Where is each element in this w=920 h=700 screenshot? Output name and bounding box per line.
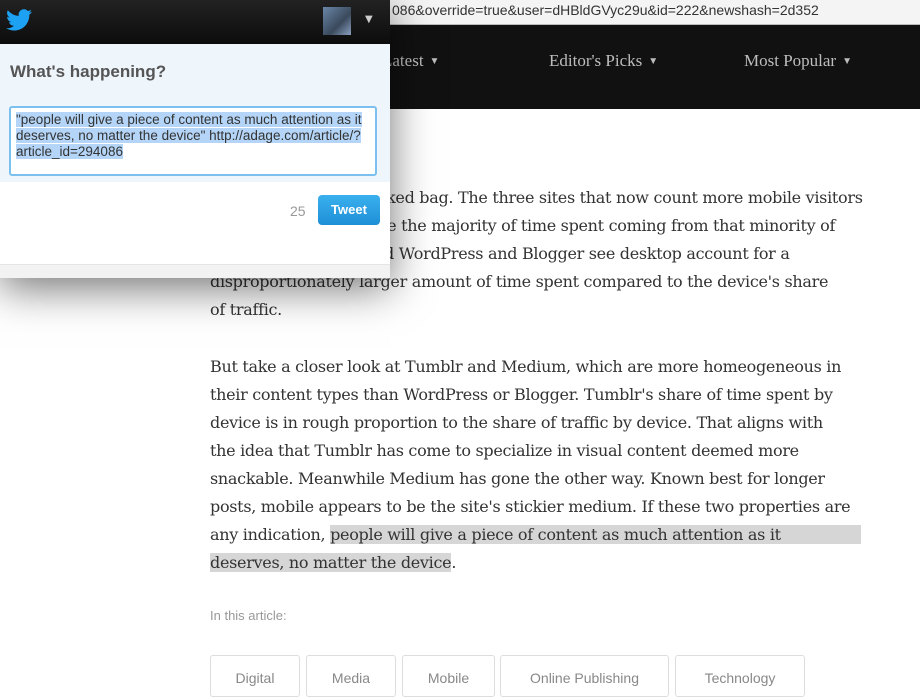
- article-line: ee the majority of time spent coming fro…: [378, 216, 836, 235]
- article-line: any indication, people will give a piece…: [210, 525, 861, 544]
- selected-text: people will give a piece of content as m…: [330, 525, 861, 544]
- tweet-text-selected: "people will give a piece of content as …: [16, 112, 362, 159]
- article-line: their content types than WordPress or Bl…: [210, 385, 833, 404]
- nav-latest[interactable]: Latest ▼: [382, 51, 439, 71]
- character-count: 25: [290, 203, 306, 219]
- selected-text: deserves, no matter the device: [210, 553, 452, 572]
- article-line: device is in rough proportion to the sha…: [210, 413, 823, 432]
- chevron-down-icon: ▼: [429, 56, 440, 67]
- tag-media[interactable]: Media: [306, 655, 396, 697]
- url-text: 086&override=true&user=dHBldGVyc29u&id=2…: [392, 2, 819, 18]
- user-avatar[interactable]: [323, 7, 351, 35]
- article-line: posts, mobile appears to be the site's s…: [210, 497, 851, 516]
- nav-editors-picks[interactable]: Editor's Picks ▼: [549, 51, 658, 71]
- article-line: d WordPress and Blogger see desktop acco…: [384, 244, 790, 263]
- tag-technology[interactable]: Technology: [675, 655, 805, 697]
- article-line: But take a closer look at Tumblr and Med…: [210, 357, 842, 376]
- twitter-bird-icon: [6, 9, 32, 31]
- tweet-button[interactable]: Tweet: [318, 195, 380, 225]
- popup-footer: [0, 264, 390, 278]
- article-line: ked bag. The three sites that now count …: [386, 188, 863, 207]
- twitter-share-popup: ▼ What's happening? "people will give a …: [0, 0, 390, 278]
- article-line: of traffic.: [210, 300, 282, 319]
- text: any indication,: [210, 525, 331, 544]
- account-menu-chevron-icon[interactable]: ▼: [365, 14, 373, 25]
- chevron-down-icon: ▼: [842, 56, 852, 67]
- tag-online-publishing[interactable]: Online Publishing: [500, 655, 669, 697]
- article-line: the idea that Tumblr has come to special…: [210, 441, 799, 460]
- tag-digital[interactable]: Digital: [210, 655, 300, 697]
- tag-mobile[interactable]: Mobile: [402, 655, 495, 697]
- article-line: deserves, no matter the device.: [210, 553, 456, 572]
- nav-label: Most Popular: [744, 51, 837, 70]
- popup-title: What's happening?: [10, 62, 167, 81]
- in-this-article-label: In this article:: [210, 608, 287, 623]
- tweet-textarea[interactable]: "people will give a piece of content as …: [9, 106, 377, 176]
- nav-most-popular[interactable]: Most Popular ▼: [744, 51, 852, 71]
- article-line: snackable. Meanwhile Medium has gone the…: [210, 469, 825, 488]
- chevron-down-icon: ▼: [648, 56, 659, 67]
- popup-header: ▼: [0, 0, 390, 44]
- nav-label: Editor's Picks: [549, 51, 643, 70]
- text: .: [451, 553, 457, 572]
